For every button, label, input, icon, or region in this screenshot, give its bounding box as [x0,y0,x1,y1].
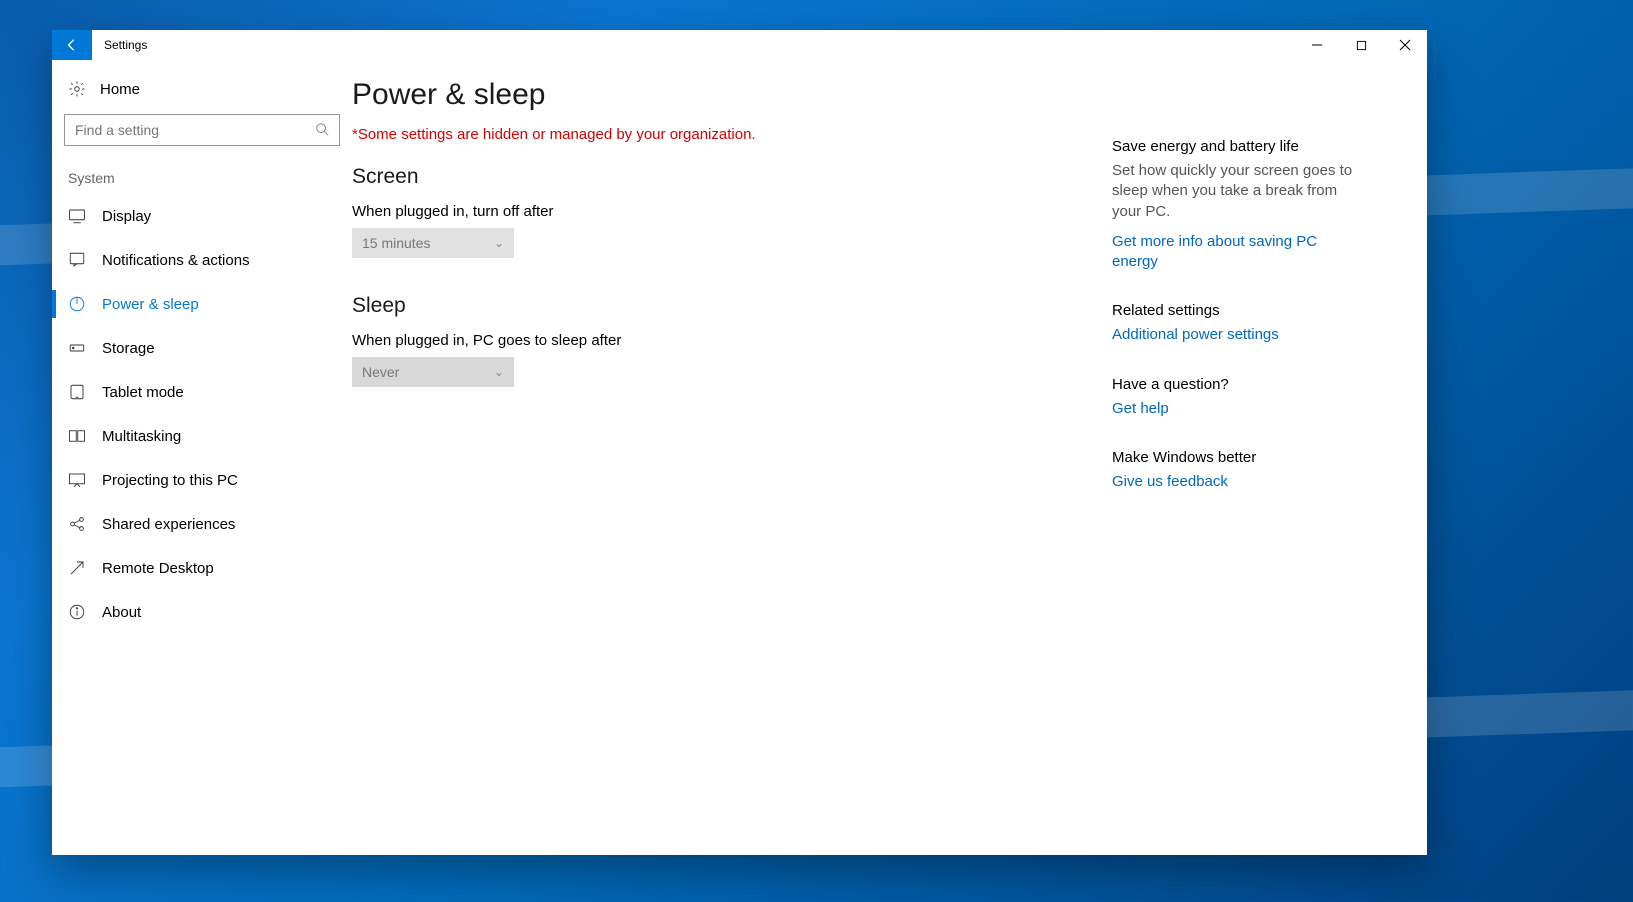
sidebar: Home System Display Notifications & acti… [52,60,352,855]
project-icon [68,471,86,489]
sidebar-item-remote-desktop[interactable]: Remote Desktop [52,546,352,590]
additional-power-settings-link[interactable]: Additional power settings [1112,325,1362,345]
screen-off-label: When plugged in, turn off after [352,203,1112,220]
question-heading: Have a question? [1112,376,1362,393]
maximize-button[interactable] [1339,30,1383,60]
screen-off-value: 15 minutes [362,235,430,251]
give-feedback-link[interactable]: Give us feedback [1112,472,1362,492]
sidebar-item-label: Tablet mode [102,384,184,401]
energy-info-link[interactable]: Get more info about saving PC energy [1112,232,1362,273]
related-heading: Related settings [1112,302,1362,319]
close-button[interactable] [1383,30,1427,60]
screen-heading: Screen [352,165,1112,189]
main-content: Power & sleep *Some settings are hidden … [352,60,1427,855]
sidebar-item-label: Display [102,208,151,225]
display-icon [68,207,86,225]
gear-icon [68,80,86,98]
power-icon [68,295,86,313]
sidebar-item-label: Remote Desktop [102,560,214,577]
feedback-heading: Make Windows better [1112,449,1362,466]
policy-warning: *Some settings are hidden or managed by … [352,126,1112,143]
minimize-button[interactable] [1295,30,1339,60]
energy-text: Set how quickly your screen goes to slee… [1112,161,1362,222]
settings-window: Settings Home [52,30,1427,855]
titlebar: Settings [52,30,1427,60]
tablet-icon [68,383,86,401]
right-rail: Save energy and battery life Set how qui… [1112,78,1362,835]
multitask-icon [68,427,86,445]
search-icon [315,122,329,139]
sidebar-item-label: About [102,604,141,621]
storage-icon [68,339,86,357]
sidebar-item-shared-experiences[interactable]: Shared experiences [52,502,352,546]
window-title: Settings [92,30,1295,60]
sidebar-item-projecting[interactable]: Projecting to this PC [52,458,352,502]
category-label: System [52,164,352,194]
sidebar-item-storage[interactable]: Storage [52,326,352,370]
sidebar-item-multitasking[interactable]: Multitasking [52,414,352,458]
get-help-link[interactable]: Get help [1112,399,1362,419]
sidebar-item-label: Notifications & actions [102,252,250,269]
sleep-after-label: When plugged in, PC goes to sleep after [352,332,1112,349]
energy-heading: Save energy and battery life [1112,138,1362,155]
search-input[interactable] [75,122,315,138]
sidebar-item-label: Shared experiences [102,516,235,533]
search-box[interactable] [64,114,340,146]
about-icon [68,603,86,621]
sidebar-item-display[interactable]: Display [52,194,352,238]
sleep-after-value: Never [362,364,399,380]
chevron-down-icon: ⌄ [494,236,504,250]
home-button[interactable]: Home [52,60,352,114]
sidebar-item-label: Storage [102,340,155,357]
sidebar-item-about[interactable]: About [52,590,352,634]
sidebar-item-tablet-mode[interactable]: Tablet mode [52,370,352,414]
chevron-down-icon: ⌄ [494,365,504,379]
remote-icon [68,559,86,577]
screen-off-dropdown[interactable]: 15 minutes ⌄ [352,228,514,258]
shared-icon [68,515,86,533]
back-button[interactable] [52,30,92,60]
sidebar-item-label: Power & sleep [102,296,199,313]
sleep-after-dropdown[interactable]: Never ⌄ [352,357,514,387]
sidebar-item-label: Multitasking [102,428,181,445]
sidebar-item-label: Projecting to this PC [102,472,238,489]
sleep-heading: Sleep [352,294,1112,318]
sidebar-item-notifications[interactable]: Notifications & actions [52,238,352,282]
home-label: Home [100,81,140,98]
window-controls [1295,30,1427,60]
notifications-icon [68,251,86,269]
sidebar-item-power-sleep[interactable]: Power & sleep [52,282,352,326]
page-title: Power & sleep [352,78,1112,112]
